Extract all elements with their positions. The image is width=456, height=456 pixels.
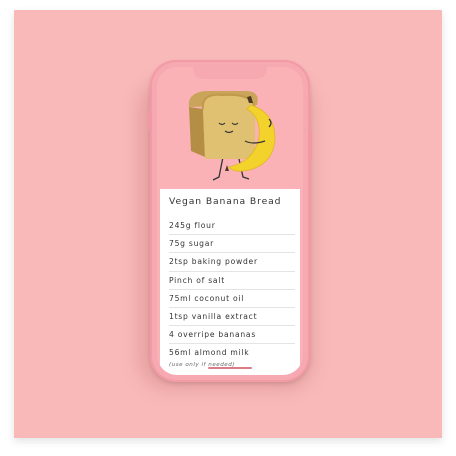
phone-notch (193, 67, 267, 79)
ingredient-item: 1tsp vanilla extract (169, 308, 295, 327)
phone-screen: Vegan Banana Bread 245g flour 75g sugar … (157, 67, 303, 375)
recipe-card: Vegan Banana Bread 245g flour 75g sugar … (160, 189, 300, 375)
home-indicator[interactable] (208, 367, 252, 369)
phone-side-button-volume (148, 110, 151, 130)
recipe-title: Vegan Banana Bread (169, 196, 282, 207)
ingredient-item: 75g sugar (169, 235, 295, 254)
phone-side-button-power (309, 130, 312, 160)
ingredient-item: Pinch of salt (169, 272, 295, 290)
ingredient-item: 2tsp baking powder (169, 253, 295, 272)
ingredient-item: 75ml coconut oil (169, 290, 295, 308)
ingredient-list: 245g flour 75g sugar 2tsp baking powder … (169, 217, 295, 363)
phone-mockup: Vegan Banana Bread 245g flour 75g sugar … (148, 60, 312, 382)
ingredient-item: 4 overripe bananas (169, 326, 295, 345)
ingredient-item: 56ml almond milk (169, 348, 250, 358)
ingredient-item: 245g flour (169, 217, 295, 236)
bread-hugging-banana-icon (188, 91, 276, 181)
